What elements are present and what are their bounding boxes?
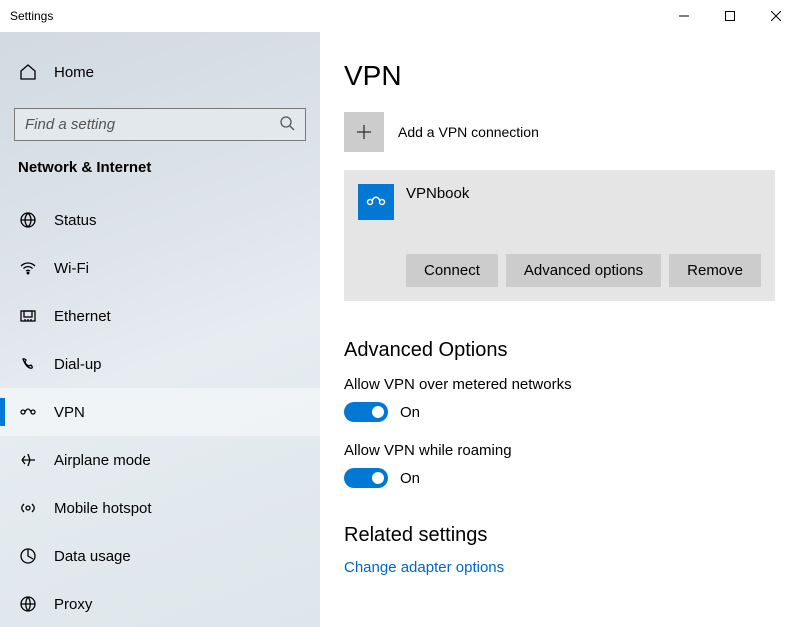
- sidebar-category: Network & Internet: [0, 159, 320, 176]
- nav-label: Ethernet: [54, 308, 111, 325]
- sidebar-item-proxy[interactable]: Proxy: [0, 580, 320, 627]
- close-button[interactable]: [753, 0, 799, 32]
- metered-toggle[interactable]: [344, 402, 388, 422]
- change-adapter-link[interactable]: Change adapter options: [344, 559, 775, 576]
- minimize-button[interactable]: [661, 0, 707, 32]
- nav-label: Data usage: [54, 548, 131, 565]
- nav-label: Proxy: [54, 596, 92, 613]
- window-title: Settings: [10, 9, 53, 23]
- advanced-options-button[interactable]: Advanced options: [506, 254, 661, 287]
- connect-button[interactable]: Connect: [406, 254, 498, 287]
- remove-button[interactable]: Remove: [669, 254, 761, 287]
- sidebar-item-status[interactable]: Status: [0, 196, 320, 244]
- metered-toggle-state: On: [400, 404, 420, 421]
- window-controls: [661, 0, 799, 32]
- main-content: VPN Add a VPN connection VPNbook Connect…: [320, 32, 799, 627]
- ethernet-icon: [18, 306, 38, 326]
- nav-label: Mobile hotspot: [54, 500, 152, 517]
- nav-label: Airplane mode: [54, 452, 151, 469]
- roaming-toggle-label: Allow VPN while roaming: [344, 442, 775, 459]
- sidebar-item-ethernet[interactable]: Ethernet: [0, 292, 320, 340]
- roaming-toggle[interactable]: [344, 468, 388, 488]
- nav-label: Wi-Fi: [54, 260, 89, 277]
- sidebar: Home Network & Internet Status Wi-Fi: [0, 32, 320, 627]
- sidebar-home-label: Home: [54, 64, 94, 81]
- vpn-connection-icon: [358, 184, 394, 220]
- dialup-icon: [18, 354, 38, 374]
- page-title: VPN: [344, 60, 775, 92]
- sidebar-home[interactable]: Home: [0, 54, 320, 90]
- sidebar-item-dialup[interactable]: Dial-up: [0, 340, 320, 388]
- add-vpn-label: Add a VPN connection: [398, 124, 539, 140]
- airplane-icon: [18, 450, 38, 470]
- datausage-icon: [18, 546, 38, 566]
- titlebar: Settings: [0, 0, 799, 32]
- home-icon: [18, 62, 38, 82]
- add-vpn-row[interactable]: Add a VPN connection: [344, 112, 775, 152]
- nav-label: Dial-up: [54, 356, 102, 373]
- plus-icon: [344, 112, 384, 152]
- sidebar-item-wifi[interactable]: Wi-Fi: [0, 244, 320, 292]
- roaming-toggle-state: On: [400, 470, 420, 487]
- vpn-connection-name: VPNbook: [406, 184, 469, 202]
- proxy-icon: [18, 594, 38, 614]
- nav-label: VPN: [54, 404, 85, 421]
- related-settings-title: Related settings: [344, 524, 775, 547]
- vpn-icon: [18, 402, 38, 422]
- wifi-icon: [18, 258, 38, 278]
- hotspot-icon: [18, 498, 38, 518]
- nav-label: Status: [54, 212, 97, 229]
- advanced-options-title: Advanced Options: [344, 339, 775, 362]
- search-icon: [279, 115, 295, 134]
- maximize-button[interactable]: [707, 0, 753, 32]
- sidebar-item-hotspot[interactable]: Mobile hotspot: [0, 484, 320, 532]
- search-input[interactable]: [25, 116, 279, 133]
- sidebar-item-airplane[interactable]: Airplane mode: [0, 436, 320, 484]
- search-box[interactable]: [14, 108, 306, 141]
- sidebar-item-datausage[interactable]: Data usage: [0, 532, 320, 580]
- vpn-connection-card[interactable]: VPNbook Connect Advanced options Remove: [344, 170, 775, 301]
- metered-toggle-label: Allow VPN over metered networks: [344, 376, 775, 393]
- status-icon: [18, 210, 38, 230]
- sidebar-item-vpn[interactable]: VPN: [0, 388, 320, 436]
